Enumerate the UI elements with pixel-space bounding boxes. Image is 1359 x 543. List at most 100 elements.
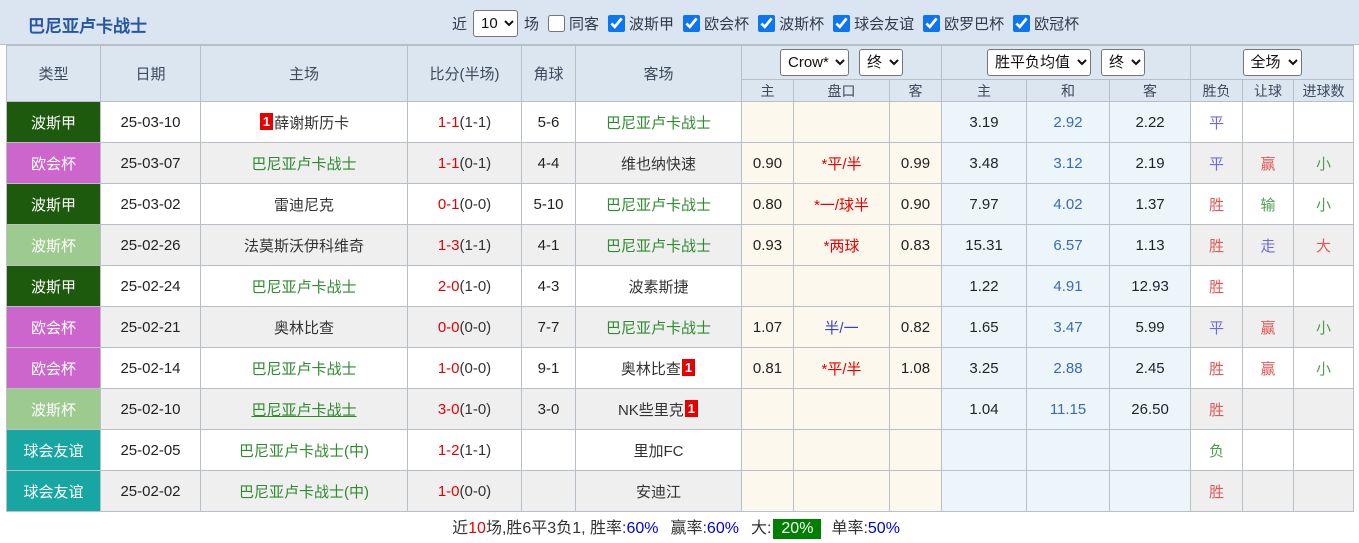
away-team-name[interactable]: 波素斯捷 [628,279,688,296]
league-checkbox-1[interactable] [683,14,701,32]
home-team-name[interactable]: 巴尼亚卢卡战士 [251,402,356,419]
table-row: 波斯甲 25-03-02 雷迪尼克 0-1(0-0) 5-10 巴尼亚卢卡战士 … [6,183,1355,225]
corner-cell: 5-6 [521,101,576,143]
odds-time-select[interactable]: 终 [859,49,904,76]
avg-draw-odds-cell: 2.88 [1026,347,1111,389]
home-team-name[interactable]: 巴尼亚卢卡战士(中) [239,443,369,460]
crow-away-odds-cell: 0.99 [888,142,943,184]
avg-odds-group-header: 胜平负均值 终 [941,45,1192,80]
table-row: 欧会杯 25-02-14 巴尼亚卢卡战士 1-0(0-0) 9-1 奥林比查 1 … [6,347,1355,389]
summary-single-label: 单率: [831,520,868,538]
avg-draw-odds-cell: 2.92 [1026,101,1111,143]
away-team-name[interactable]: 巴尼亚卢卡战士 [606,238,711,255]
crow-home-odds-cell [741,101,794,143]
crow-home-odds-cell: 0.80 [741,183,794,225]
table-row: 波斯杯 25-02-10 巴尼亚卢卡战士 3-0(1-0) 3-0 NK些里克 1… [6,388,1355,430]
halftime-score: (0-1) [459,154,492,172]
avg-time-select[interactable]: 终 [1101,49,1146,76]
col-header-date: 日期 [100,45,201,102]
page-title: 巴尼亚卢卡战士 [28,17,147,36]
crow-away-odds-cell: 0.82 [888,306,943,348]
same-venue-label[interactable]: 同客 [569,13,599,34]
league-label-4[interactable]: 欧罗巴杯 [944,13,1004,34]
home-team-name[interactable]: 薛谢斯历卡 [274,115,349,132]
match-history-table: 类型 日期 主场 比分(半场) 角球 客场 Crow* 终 胜平负均值 终 全场… [6,45,1355,542]
home-team-cell: 巴尼亚卢卡战士 [200,388,408,430]
league-checkbox-3[interactable] [833,14,851,32]
result-cell: 胜 [1190,183,1244,225]
score-cell: 1-1(0-1) [407,142,522,184]
away-team-name[interactable]: 奥林比查 [621,361,681,378]
avg-odds-select[interactable]: 胜平负均值 [987,49,1092,76]
summary-record: 场,胜6平3负1, 胜率: [485,520,627,538]
league-label-1[interactable]: 欧会杯 [704,13,749,34]
avg-home-odds-cell: 1.04 [941,388,1028,430]
avg-away-odds-cell: 2.22 [1109,101,1192,143]
away-team-name[interactable]: 安迪江 [636,484,681,501]
halftime-score: (1-0) [459,277,492,295]
away-team-name[interactable]: 巴尼亚卢卡战士 [606,115,711,132]
home-team-cell: 巴尼亚卢卡战士(中) [200,429,408,471]
date-cell: 25-02-10 [100,388,201,430]
home-team-name[interactable]: 巴尼亚卢卡战士(中) [239,484,369,501]
home-team-name[interactable]: 法莫斯沃伊科维奇 [244,238,364,255]
league-type-cell: 波斯杯 [6,224,101,266]
fulltime-score: 1-0 [437,482,460,500]
avg-away-odds-cell: 5.99 [1109,306,1192,348]
summary-count: 10 [468,520,486,538]
home-team-name[interactable]: 巴尼亚卢卡战士 [251,361,356,378]
league-checkbox-5[interactable] [1013,14,1031,32]
away-team-name[interactable]: 巴尼亚卢卡战士 [606,197,711,214]
period-select[interactable]: 全场 [1242,49,1302,76]
avg-draw-odds-cell: 4.91 [1026,265,1111,307]
avg-home-odds-cell: 3.25 [941,347,1028,389]
league-label-5[interactable]: 欧冠杯 [1034,13,1079,34]
result-cell: 胜 [1190,470,1244,512]
filter-controls: 近 10 场 同客 波斯甲 欧会杯 波斯杯 球会友谊 欧罗巴杯 欧冠杯 [452,8,1079,38]
handicap-result-cell: 赢 [1242,306,1295,348]
handicap-result-cell: 赢 [1242,142,1295,184]
crow-home-odds-cell: 0.90 [741,142,794,184]
league-label-0[interactable]: 波斯甲 [629,13,674,34]
away-team-name[interactable]: NK些里克 [618,402,684,419]
corner-cell: 7-7 [521,306,576,348]
league-checkbox-4[interactable] [923,14,941,32]
halftime-score: (1-1) [459,113,492,131]
handicap-cell: *平/半 [793,142,890,184]
recent-count-select[interactable]: 10 [473,9,519,37]
league-checkbox-0[interactable] [608,14,626,32]
fulltime-score: 3-0 [437,400,460,418]
score-cell: 0-1(0-0) [407,183,522,225]
away-team-name[interactable]: 巴尼亚卢卡战士 [606,320,711,337]
home-team-name[interactable]: 奥林比查 [274,320,334,337]
home-team-cell: 雷迪尼克 [200,183,408,225]
goals-result-cell: 小 [1293,306,1355,348]
away-team-name[interactable]: 维也纳快速 [621,156,696,173]
league-label-2[interactable]: 波斯杯 [779,13,824,34]
home-team-name[interactable]: 巴尼亚卢卡战士 [251,156,356,173]
away-team-name[interactable]: 里加FC [634,443,684,460]
home-team-cell: 1 薛谢斯历卡 [200,101,408,143]
handicap-cell: *一/球半 [793,183,890,225]
summary-profit-rate: 60% [706,520,739,538]
league-checkbox-2[interactable] [758,14,776,32]
summary-big-rate: 20% [773,519,822,540]
league-label-3[interactable]: 球会友谊 [854,13,914,34]
avg-home-odds-cell: 3.48 [941,142,1028,184]
crow-away-odds-cell: 0.83 [888,224,943,266]
result-cell: 胜 [1190,347,1244,389]
home-team-name[interactable]: 雷迪尼克 [274,197,334,214]
games-label: 场 [524,15,540,33]
summary-near-label: 近 [452,520,469,538]
league-type-cell: 波斯甲 [6,265,101,307]
top-bar: 巴尼亚卢卡战士 近 10 场 同客 波斯甲 欧会杯 波斯杯 球会友谊 欧罗巴杯 … [0,0,1359,45]
avg-draw-odds-cell: 3.12 [1026,142,1111,184]
league-type-cell: 欧会杯 [6,306,101,348]
sub-header-avg-away: 客 [1109,79,1192,102]
avg-home-odds-cell: 1.22 [941,265,1028,307]
home-team-name[interactable]: 巴尼亚卢卡战士 [251,279,356,296]
bookmaker-select[interactable]: Crow* [780,49,850,76]
same-venue-checkbox[interactable] [548,14,566,32]
result-cell: 胜 [1190,265,1244,307]
fulltime-score: 0-1 [437,195,460,213]
